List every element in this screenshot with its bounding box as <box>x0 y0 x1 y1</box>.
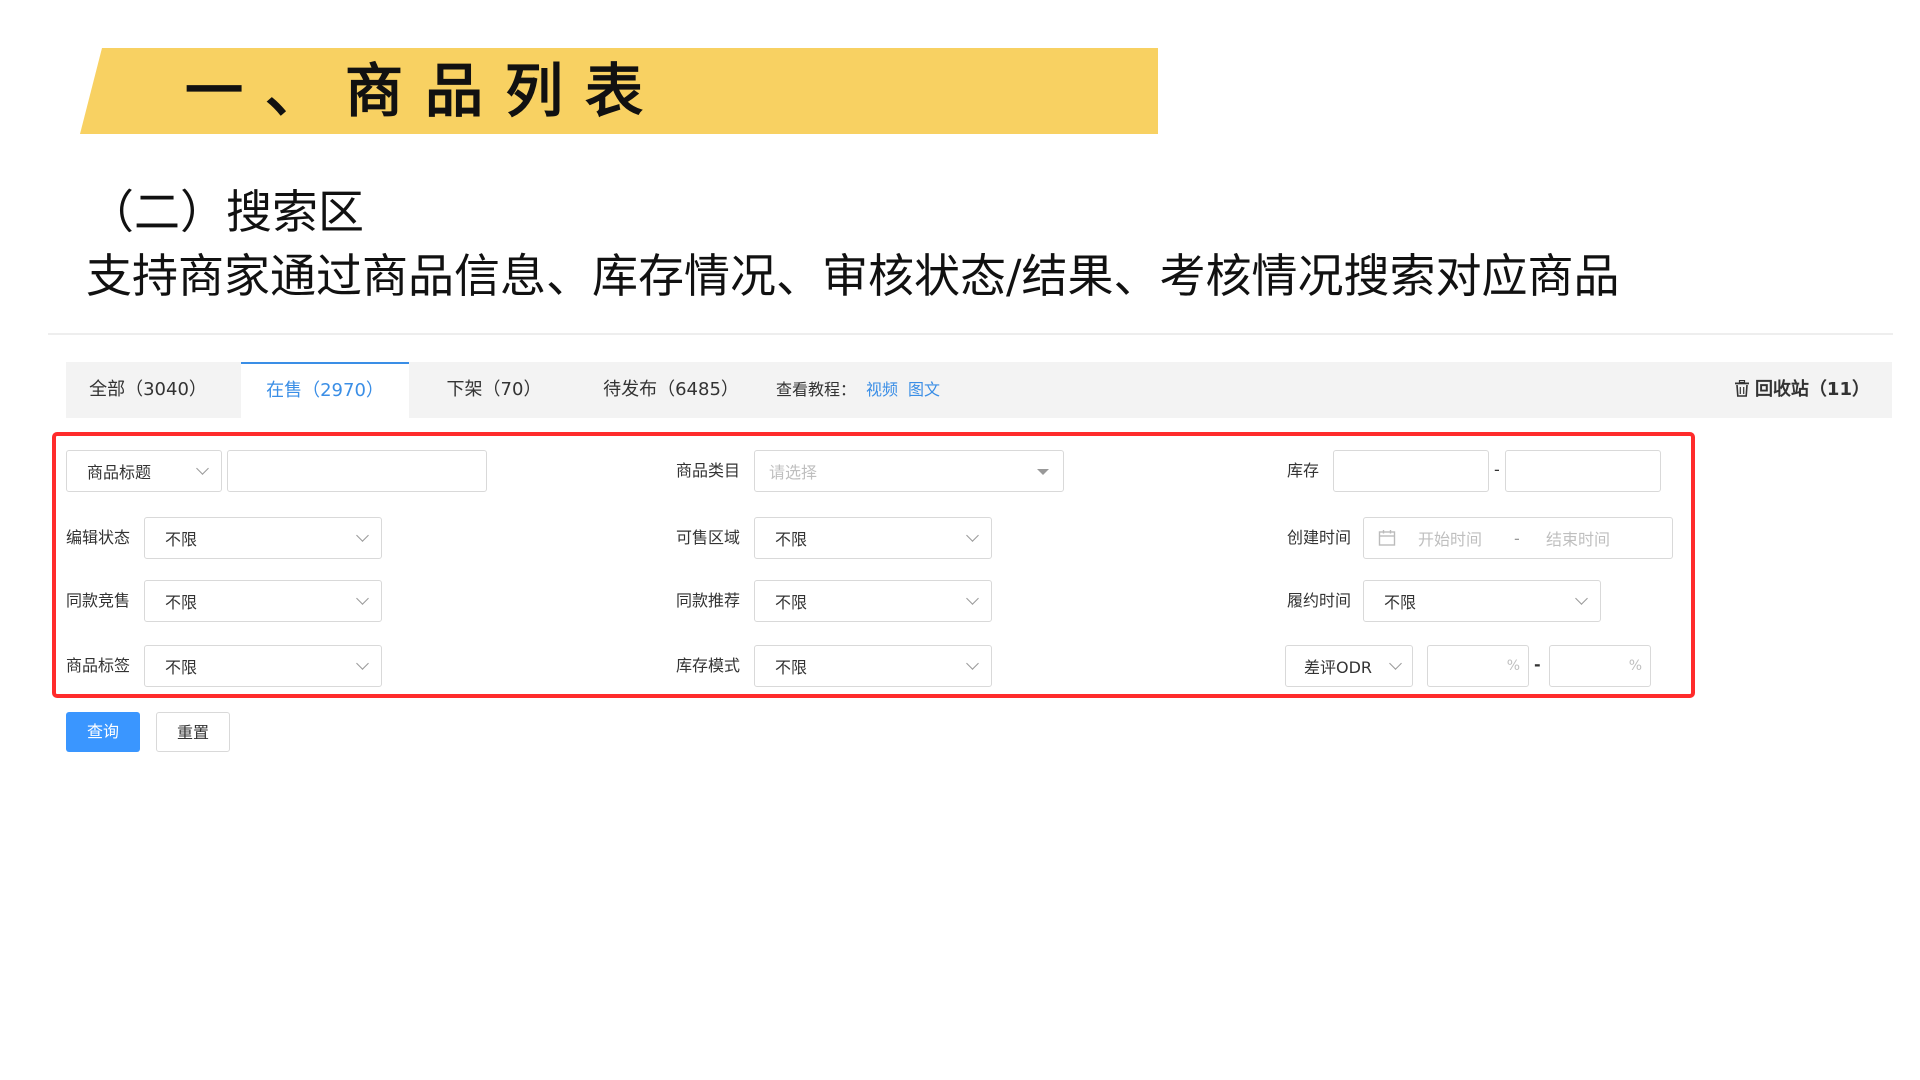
edit-status-label: 编辑状态 <box>66 528 131 547</box>
created-time-range-picker[interactable]: 开始时间 - 结束时间 <box>1363 517 1673 559</box>
edit-status-value: 不限 <box>165 530 198 549</box>
metric-max-input[interactable]: % <box>1549 645 1651 687</box>
slide-subtitle: （二）搜索区 <box>88 185 364 239</box>
divider <box>48 333 1893 335</box>
category-placeholder: 请选择 <box>769 463 818 482</box>
chevron-down-icon <box>356 592 369 605</box>
status-tab-bar: 全部（3040） 在售（2970） 下架（70） 待发布（6485） 查看教程：… <box>66 362 1892 418</box>
reset-button[interactable]: 重置 <box>156 712 230 752</box>
search-button[interactable]: 查询 <box>66 712 140 752</box>
chevron-down-icon <box>356 657 369 670</box>
stock-mode-label: 库存模式 <box>676 656 741 675</box>
product-tag-label: 商品标签 <box>66 656 131 675</box>
tutorial-label: 查看教程： <box>776 380 857 399</box>
chevron-down-icon <box>1575 592 1588 605</box>
recycle-bin-button[interactable]: 回收站（11） <box>1734 362 1870 418</box>
metric-range-separator: - <box>1534 655 1541 674</box>
sale-region-value: 不限 <box>775 530 808 549</box>
stock-range-separator: - <box>1494 460 1500 479</box>
fulfillment-time-value: 不限 <box>1384 593 1417 612</box>
metric-type-select[interactable]: 差评ODR <box>1285 645 1413 687</box>
tutorial-video-link[interactable]: 视频 <box>866 380 898 399</box>
tutorial-links: 查看教程： 视频 图文 <box>776 362 940 418</box>
title-type-select[interactable]: 商品标题 <box>66 450 222 492</box>
chevron-down-icon <box>966 657 979 670</box>
end-time-placeholder: 结束时间 <box>1546 530 1611 549</box>
category-label: 商品类目 <box>676 461 741 480</box>
metric-min-input[interactable]: % <box>1427 645 1529 687</box>
chevron-down-icon <box>1389 657 1402 670</box>
stock-min-input[interactable] <box>1333 450 1489 492</box>
tab-all[interactable]: 全部（3040） <box>66 362 230 418</box>
tab-off-shelf[interactable]: 下架（70） <box>412 362 576 418</box>
chevron-down-icon <box>966 592 979 605</box>
stock-mode-select[interactable]: 不限 <box>754 645 992 687</box>
percent-unit: % <box>1506 658 1520 674</box>
percent-unit: % <box>1628 658 1642 674</box>
category-select[interactable]: 请选择 <box>754 450 1064 492</box>
same-competition-value: 不限 <box>165 593 198 612</box>
same-recommend-label: 同款推荐 <box>676 591 741 610</box>
created-time-label: 创建时间 <box>1287 528 1352 547</box>
date-range-separator: - <box>1514 528 1520 548</box>
stock-mode-value: 不限 <box>775 658 808 677</box>
chevron-down-icon <box>196 462 209 475</box>
tutorial-article-link[interactable]: 图文 <box>908 380 940 399</box>
fulfillment-time-select[interactable]: 不限 <box>1363 580 1601 622</box>
caret-down-icon <box>1037 469 1049 475</box>
slide-title: 一、商品列表 <box>185 57 666 125</box>
title-input[interactable] <box>227 450 487 492</box>
tab-on-sale[interactable]: 在售（2970） <box>241 362 409 418</box>
chevron-down-icon <box>356 529 369 542</box>
stock-label: 库存 <box>1287 461 1320 480</box>
sale-region-select[interactable]: 不限 <box>754 517 992 559</box>
product-tag-value: 不限 <box>165 658 198 677</box>
recycle-bin-label: 回收站（11） <box>1754 379 1870 400</box>
start-time-placeholder: 开始时间 <box>1418 530 1483 549</box>
same-recommend-select[interactable]: 不限 <box>754 580 992 622</box>
same-competition-label: 同款竞售 <box>66 591 131 610</box>
title-type-value: 商品标题 <box>87 463 152 482</box>
trash-icon <box>1734 379 1749 397</box>
metric-type-value: 差评ODR <box>1304 658 1373 677</box>
tab-pending-publish[interactable]: 待发布（6485） <box>576 362 766 418</box>
calendar-icon <box>1378 530 1396 546</box>
edit-status-select[interactable]: 不限 <box>144 517 382 559</box>
same-competition-select[interactable]: 不限 <box>144 580 382 622</box>
sale-region-label: 可售区域 <box>676 528 741 547</box>
slide-description: 支持商家通过商品信息、库存情况、审核状态/结果、考核情况搜索对应商品 <box>86 249 1620 303</box>
product-tag-select[interactable]: 不限 <box>144 645 382 687</box>
same-recommend-value: 不限 <box>775 593 808 612</box>
stock-max-input[interactable] <box>1505 450 1661 492</box>
chevron-down-icon <box>966 529 979 542</box>
fulfillment-time-label: 履约时间 <box>1287 591 1352 610</box>
